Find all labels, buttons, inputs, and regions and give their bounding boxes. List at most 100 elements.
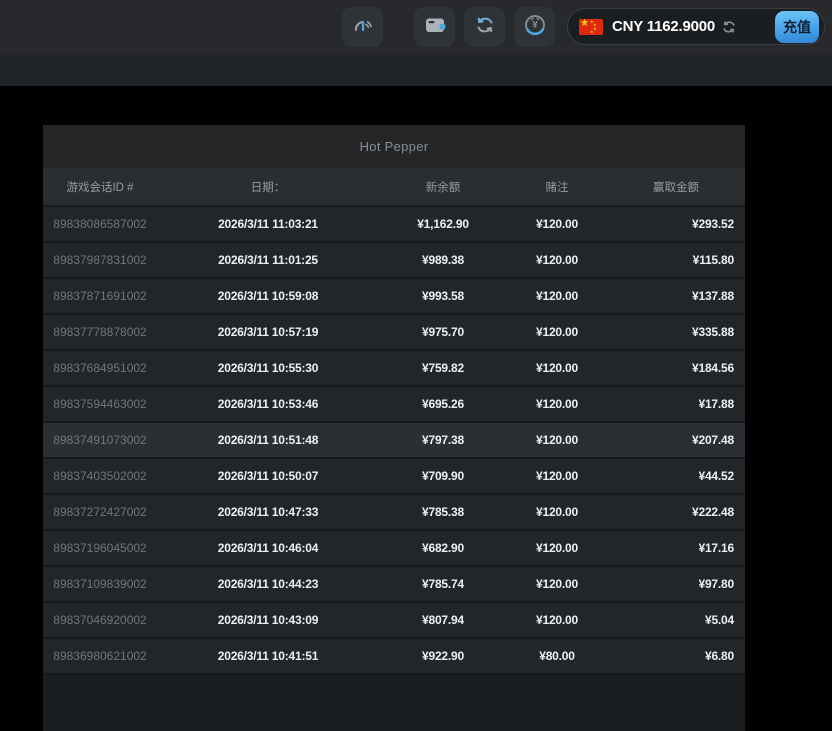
cell-date: 2026/3/11 11:01:25 [157, 242, 379, 278]
cell-date: 2026/3/11 10:53:46 [157, 386, 379, 422]
cell-bet: ¥120.00 [507, 602, 607, 638]
cell-bet: ¥120.00 [507, 242, 607, 278]
top-bar: ¥ ★ ★★ ★★ CNY 1162.9000 充值 [0, 0, 832, 55]
table-row: 898369806210022026/3/11 10:41:51¥922.90¥… [43, 638, 745, 674]
china-flag-icon: ★ ★★ ★★ [579, 19, 603, 35]
table-row: 898380865870022026/3/11 11:03:21¥1,162.9… [43, 206, 745, 242]
cell-new-balance: ¥682.90 [379, 530, 507, 566]
recharge-button[interactable]: 充值 [775, 11, 819, 43]
cell-win-amount: ¥17.88 [607, 386, 745, 422]
cell-date: 2026/3/11 10:59:08 [157, 278, 379, 314]
cell-new-balance: ¥807.94 [379, 602, 507, 638]
cell-date: 2026/3/11 10:43:09 [157, 602, 379, 638]
cell-new-balance: ¥975.70 [379, 314, 507, 350]
cell-win-amount: ¥6.80 [607, 638, 745, 674]
cell-session-id: 89837778878002 [43, 314, 157, 350]
cell-session-id: 89837046920002 [43, 602, 157, 638]
table-row: 898377788780022026/3/11 10:57:19¥975.70¥… [43, 314, 745, 350]
balance-widget: ★ ★★ ★★ CNY 1162.9000 充值 [567, 8, 825, 45]
cell-bet: ¥120.00 [507, 494, 607, 530]
svg-text:¥: ¥ [532, 19, 538, 30]
history-table: 游戏会话ID # 日期： 新余额 赌注 赢取金额 898380865870022… [43, 168, 745, 675]
cell-win-amount: ¥115.80 [607, 242, 745, 278]
cell-new-balance: ¥785.38 [379, 494, 507, 530]
cell-bet: ¥120.00 [507, 422, 607, 458]
cell-new-balance: ¥993.58 [379, 278, 507, 314]
cell-date: 2026/3/11 10:47:33 [157, 494, 379, 530]
cell-session-id: 89837109839002 [43, 566, 157, 602]
currency-exchange-icon: ¥ [522, 12, 548, 43]
col-header-session-id: 游戏会话ID # [43, 168, 157, 206]
cell-win-amount: ¥97.80 [607, 566, 745, 602]
cell-session-id: 89837272427002 [43, 494, 157, 530]
col-header-new-balance: 新余额 [379, 168, 507, 206]
speed-gauge-button[interactable] [342, 7, 383, 47]
cell-win-amount: ¥293.52 [607, 206, 745, 242]
cell-win-amount: ¥137.88 [607, 278, 745, 314]
cell-bet: ¥120.00 [507, 458, 607, 494]
secondary-bar [0, 55, 832, 86]
col-header-date: 日期： [157, 168, 379, 206]
cell-date: 2026/3/11 10:46:04 [157, 530, 379, 566]
wallet-button[interactable] [414, 7, 455, 47]
refresh-icon [473, 13, 497, 42]
cell-new-balance: ¥922.90 [379, 638, 507, 674]
table-row: 898372724270022026/3/11 10:47:33¥785.38¥… [43, 494, 745, 530]
cell-win-amount: ¥335.88 [607, 314, 745, 350]
cell-bet: ¥120.00 [507, 314, 607, 350]
cell-date: 2026/3/11 10:55:30 [157, 350, 379, 386]
cell-date: 2026/3/11 10:51:48 [157, 422, 379, 458]
cell-session-id: 89837987831002 [43, 242, 157, 278]
cell-session-id: 89837594463002 [43, 386, 157, 422]
cell-session-id: 89837871691002 [43, 278, 157, 314]
cell-win-amount: ¥17.16 [607, 530, 745, 566]
cell-new-balance: ¥695.26 [379, 386, 507, 422]
page: ¥ ★ ★★ ★★ CNY 1162.9000 充值 [0, 0, 832, 731]
currency-exchange-button[interactable]: ¥ [514, 7, 555, 47]
cell-date: 2026/3/11 10:41:51 [157, 638, 379, 674]
table-row: 898371960450022026/3/11 10:46:04¥682.90¥… [43, 530, 745, 566]
cell-win-amount: ¥184.56 [607, 350, 745, 386]
table-row: 898374035020022026/3/11 10:50:07¥709.90¥… [43, 458, 745, 494]
cell-date: 2026/3/11 10:44:23 [157, 566, 379, 602]
cell-bet: ¥120.00 [507, 386, 607, 422]
cell-session-id: 89836980621002 [43, 638, 157, 674]
table-row: 898379878310022026/3/11 11:01:25¥989.38¥… [43, 242, 745, 278]
cell-new-balance: ¥797.38 [379, 422, 507, 458]
cell-new-balance: ¥709.90 [379, 458, 507, 494]
cell-win-amount: ¥44.52 [607, 458, 745, 494]
cell-bet: ¥120.00 [507, 530, 607, 566]
balance-amount: CNY 1162.9000 [612, 18, 715, 35]
col-header-win-amount: 赢取金额 [607, 168, 745, 206]
cell-date: 2026/3/11 11:03:21 [157, 206, 379, 242]
speed-gauge-icon [350, 12, 376, 43]
col-header-bet: 赌注 [507, 168, 607, 206]
cell-session-id: 89837196045002 [43, 530, 157, 566]
cell-bet: ¥120.00 [507, 206, 607, 242]
cell-new-balance: ¥785.74 [379, 566, 507, 602]
cell-session-id: 89837684951002 [43, 350, 157, 386]
table-row: 898378716910022026/3/11 10:59:08¥993.58¥… [43, 278, 745, 314]
table-row: 898371098390022026/3/11 10:44:23¥785.74¥… [43, 566, 745, 602]
game-history-panel: Hot Pepper 游戏会话ID # 日期： 新余额 赌注 赢取金额 8983… [43, 125, 745, 731]
cell-date: 2026/3/11 10:57:19 [157, 314, 379, 350]
wallet-icon [423, 13, 447, 42]
cell-win-amount: ¥222.48 [607, 494, 745, 530]
cell-bet: ¥120.00 [507, 350, 607, 386]
cell-bet: ¥120.00 [507, 278, 607, 314]
panel-title: Hot Pepper [43, 125, 745, 168]
table-row: 898376849510022026/3/11 10:55:30¥759.82¥… [43, 350, 745, 386]
balance-refresh-icon[interactable] [721, 19, 737, 35]
cell-date: 2026/3/11 10:50:07 [157, 458, 379, 494]
cell-session-id: 89837403502002 [43, 458, 157, 494]
cell-new-balance: ¥1,162.90 [379, 206, 507, 242]
cell-win-amount: ¥207.48 [607, 422, 745, 458]
refresh-button[interactable] [464, 7, 505, 47]
table-row: 898370469200022026/3/11 10:43:09¥807.94¥… [43, 602, 745, 638]
table-row: 898375944630022026/3/11 10:53:46¥695.26¥… [43, 386, 745, 422]
cell-new-balance: ¥759.82 [379, 350, 507, 386]
header-row: 游戏会话ID # 日期： 新余额 赌注 赢取金额 [43, 168, 745, 206]
cell-bet: ¥80.00 [507, 638, 607, 674]
cell-session-id: 89838086587002 [43, 206, 157, 242]
cell-bet: ¥120.00 [507, 566, 607, 602]
